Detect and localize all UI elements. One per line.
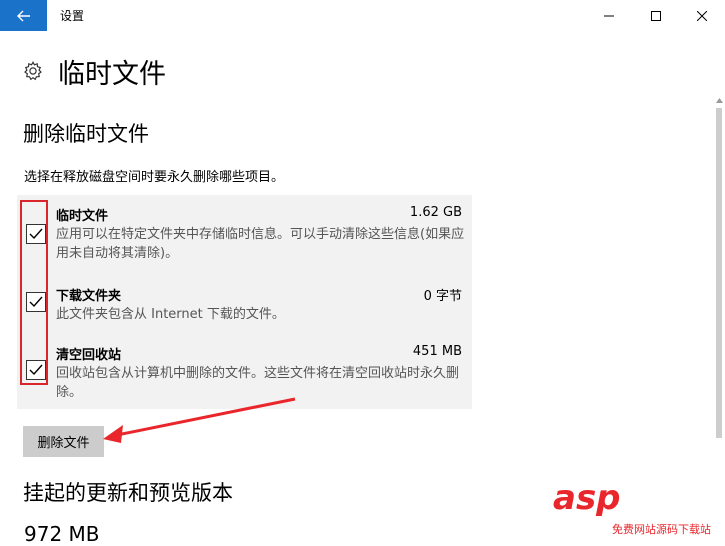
watermark-logo: asp [553,478,621,518]
maximize-button[interactable] [633,0,679,31]
window-title: 设置 [60,9,85,23]
scrollbar-thumb[interactable] [716,108,722,438]
annotation-arrow [103,397,296,443]
title-bar: 设置 [0,0,725,31]
watermark-text: 免费网站源码下载站 [612,523,711,536]
close-icon [697,10,707,21]
gear-icon [24,61,42,81]
item-description: 此文件夹包含从 Internet 下载的文件。 [56,307,285,322]
back-button[interactable] [0,0,47,31]
item-size: 451 MB [412,344,462,359]
item-name: 下载文件夹 [56,289,122,304]
page-title: 临时文件 [58,58,166,90]
close-button[interactable] [679,0,725,31]
scroll-up-icon [716,98,723,103]
arrow-left-icon [16,10,30,21]
scrollbar[interactable] [714,96,725,540]
delete-files-button[interactable]: 删除文件 [23,426,104,457]
item-name: 清空回收站 [56,348,122,363]
minimize-icon [604,15,614,16]
item-size: 1.62 GB [409,205,462,220]
pending-size: 972 MB [24,522,100,546]
temp-files-list: 临时文件 1.62 GB 应用可以在特定文件夹中存储临时信息。可以手动清除这些信… [17,195,472,409]
delete-section-title: 删除临时文件 [23,122,149,146]
delete-section-subtitle: 选择在释放磁盘空间时要永久删除哪些项目。 [24,170,285,185]
item-name: 临时文件 [56,209,109,224]
page-header: 临时文件 [22,54,166,90]
list-item-downloads[interactable]: 下载文件夹 0 字节 此文件夹包含从 Internet 下载的文件。 [17,285,472,325]
item-description: 应用可以在特定文件夹中存储临时信息。可以手动清除这些信息(如果应用未自动将其清除… [56,227,465,261]
minimize-button[interactable] [586,0,632,31]
pending-section-title: 挂起的更新和预览版本 [23,481,233,505]
item-size: 0 字节 [423,289,462,304]
annotation-highlight-box [20,200,48,385]
maximize-icon [651,10,661,21]
list-item-temp-files[interactable]: 临时文件 1.62 GB 应用可以在特定文件夹中存储临时信息。可以手动清除这些信… [17,205,472,265]
